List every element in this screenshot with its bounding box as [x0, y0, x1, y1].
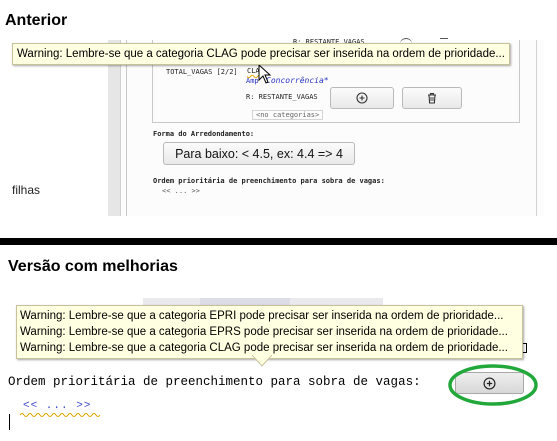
- section-separator: [0, 238, 557, 245]
- no-categories-text: <no categorias>: [256, 111, 320, 119]
- tooltip-pointer: [252, 355, 272, 367]
- ampla-item[interactable]: Amp: [246, 77, 259, 85]
- text-cursor: [9, 414, 10, 430]
- warning-eprs: Warning: Lembre-se que a categoria EPRS …: [20, 326, 508, 338]
- rounding-label: Forma do Arredondamento:: [153, 130, 255, 138]
- delete-category-button[interactable]: [402, 87, 462, 109]
- after-section-title: Versão com melhorias: [8, 258, 178, 275]
- no-categories-list[interactable]: <no categorias>: [252, 110, 324, 120]
- total-vagas-label: TOTAL_VAGAS [2/2]: [166, 68, 238, 76]
- rounding-select[interactable]: Para baixo: < 4.5, ex: 4.4 => 4: [163, 142, 355, 165]
- ampla-text: Amp: [246, 77, 259, 85]
- clag-warning-tooltip: Warning: Lembre-se que a categoria CLAG …: [12, 43, 510, 65]
- plus-circle-icon: [356, 92, 368, 104]
- warning-clag: Warning: Lembre-se que a categoria CLAG …: [20, 342, 508, 354]
- concorrencia-item[interactable]: Concorrência*: [266, 76, 329, 85]
- warnings-tooltip: Warning: Lembre-se que a categoria EPRI …: [16, 305, 523, 359]
- tooltip-text: Warning: Lembre-se que a categoria CLAG …: [17, 48, 505, 60]
- edge-mark: [523, 343, 527, 353]
- left-panel-strip: [108, 40, 121, 216]
- add-category-button[interactable]: [330, 87, 394, 109]
- squiggle-underline: [20, 413, 101, 417]
- before-section-title: Anterior: [5, 12, 68, 29]
- filhas-label: filhas: [12, 183, 41, 197]
- rounding-value: Para baixo: < 4.5, ex: 4.4 => 4: [175, 146, 343, 161]
- restante-label: R: RESTANTE_VAGAS: [246, 93, 318, 101]
- priority-label-after: Ordem prioritária de preenchimento para …: [8, 375, 421, 389]
- priority-value-after[interactable]: << ... >>: [23, 400, 91, 412]
- right-divider: [536, 40, 537, 216]
- mouse-cursor-icon: [258, 64, 272, 84]
- trash-icon: [428, 93, 436, 104]
- highlight-ellipse: [448, 364, 538, 406]
- priority-value-before[interactable]: << ... >>: [162, 187, 200, 195]
- priority-label-before: Ordem prioritária de preenchimento para …: [153, 177, 385, 185]
- vertical-divider: [126, 40, 127, 216]
- warning-epri: Warning: Lembre-se que a categoria EPRI …: [20, 310, 504, 322]
